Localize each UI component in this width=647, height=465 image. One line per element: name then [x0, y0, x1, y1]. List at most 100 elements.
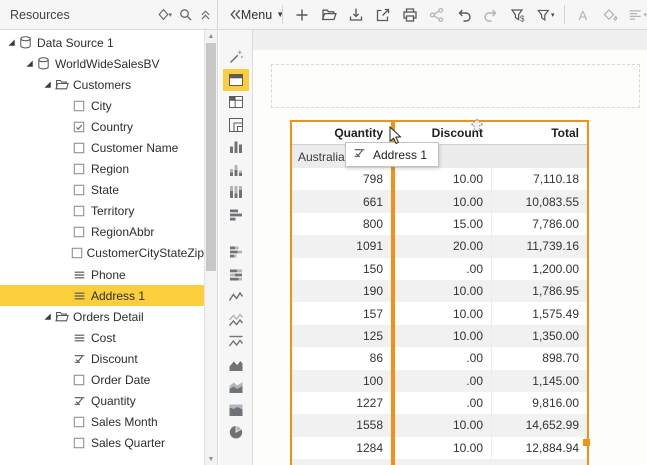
table-cell[interactable]: 10.00 [391, 279, 491, 303]
stacked-line-chart-tool[interactable] [223, 309, 249, 332]
table-cell[interactable]: 14,652.99 [491, 414, 587, 437]
table-row[interactable]: 100.00 1,145.00 [292, 369, 587, 392]
export-button[interactable] [373, 2, 393, 28]
table-cell[interactable]: 125 [292, 325, 391, 347]
table-cell[interactable]: 86 [292, 347, 391, 369]
stacked-area-chart-tool[interactable] [223, 376, 249, 399]
table-cell[interactable]: 1,575.49 [491, 302, 587, 325]
table-cell[interactable]: 1,350.00 [491, 324, 587, 348]
table-row[interactable]: 190 10.00 1,786.95 [292, 279, 587, 303]
table-cell[interactable]: 12,884.94 [491, 436, 587, 460]
scrollbar-thumb[interactable] [206, 43, 216, 271]
tree-item-regionabbr[interactable]: RegionAbbr [0, 222, 204, 243]
table-cell[interactable]: .00 [391, 257, 491, 280]
column-header-quantity[interactable]: Quantity [292, 122, 391, 144]
table-row[interactable]: 661 10.00 10,083.55 [292, 190, 587, 213]
table-cell[interactable]: 7,786.00 [491, 212, 587, 236]
table-cell[interactable]: 1227 [292, 392, 391, 414]
checkbox-icon[interactable] [70, 246, 86, 260]
table-cell[interactable]: 10.00 [391, 302, 491, 325]
report-header-placeholder[interactable] [271, 64, 640, 108]
table-cell[interactable]: .00 [391, 369, 491, 392]
subreport-tool[interactable] [223, 114, 249, 137]
full-stacked-area-chart-tool[interactable] [223, 399, 249, 422]
print-button[interactable] [400, 2, 420, 28]
stacked-bar-chart-tool[interactable] [223, 241, 249, 264]
checkbox-icon[interactable] [72, 141, 91, 155]
full-stacked-bar-chart-tool[interactable] [223, 264, 249, 287]
table-cell[interactable]: 10.00 [391, 190, 491, 213]
menu-button[interactable]: Menu ▼ [241, 2, 284, 28]
table-cell[interactable]: 1,200.00 [491, 257, 587, 280]
checkbox-icon[interactable] [72, 373, 91, 387]
table-resize-handle[interactable] [583, 439, 590, 446]
table-cell[interactable]: 10.00 [391, 324, 491, 348]
table-cell[interactable]: 1,145.00 [491, 369, 587, 392]
full-stacked-line-chart-tool[interactable] [223, 331, 249, 354]
checkbox-icon[interactable] [72, 436, 91, 450]
table-cell[interactable]: 20.00 [391, 235, 491, 258]
table-row[interactable]: 798 10.00 7,110.18 [292, 168, 587, 191]
sort-icon[interactable]: ▾ [156, 7, 172, 22]
pie-chart-tool[interactable] [223, 421, 249, 444]
expander-icon[interactable] [41, 80, 54, 89]
share-button[interactable] [427, 2, 447, 28]
table-cell[interactable]: 661 [292, 190, 391, 212]
tree-item-worldwidesalesbv[interactable]: WorldWideSalesBV [0, 53, 204, 74]
search-icon[interactable] [178, 7, 193, 22]
open-button[interactable] [319, 2, 339, 28]
table-cell[interactable]: 1558 [292, 414, 391, 436]
table-cell[interactable]: 898.70 [491, 347, 587, 370]
table-cell[interactable]: 9,816.00 [491, 391, 587, 415]
tree-item-data-source-1[interactable]: Data Source 1 [0, 32, 204, 53]
expander-icon[interactable] [41, 312, 54, 321]
tree-item-cost[interactable]: Cost [0, 327, 204, 348]
group-header-row[interactable]: Australia [292, 145, 587, 168]
checkbox-icon[interactable] [72, 204, 91, 218]
table-cell[interactable]: 7,110.18 [491, 168, 587, 191]
line-chart-tool[interactable] [223, 286, 249, 309]
scroll-up-arrow-icon[interactable]: ▲ [205, 30, 217, 42]
tree-item-city[interactable]: City [0, 95, 204, 116]
design-canvas[interactable]: Quantity Discount Total Australia 798 10.00 7,… [253, 30, 647, 465]
tree-item-customercitystatezip[interactable]: CustomerCityStateZip [0, 243, 204, 264]
column-header-total[interactable]: Total [491, 122, 587, 144]
table-row[interactable]: 1284 10.00 12,884.94 [292, 436, 587, 460]
checkbox-icon[interactable] [72, 183, 91, 197]
table-cell[interactable]: 798 [292, 168, 391, 190]
checkbox-checked-icon[interactable] [72, 120, 91, 134]
table-row[interactable]: 157 10.00 1,575.49 [292, 302, 587, 325]
table-cell[interactable]: 10.00 [391, 436, 491, 460]
new-button[interactable] [292, 2, 312, 28]
collapse-panel-icon[interactable] [199, 8, 212, 21]
tree-item-quantity[interactable]: Quantity [0, 391, 204, 412]
table-row[interactable]: 150.00 1,200.00 [292, 257, 587, 280]
report-page[interactable]: Quantity Discount Total Australia 798 10.00 7,… [253, 50, 647, 465]
tree-item-sales-quarter[interactable]: Sales Quarter [0, 433, 204, 454]
checkbox-icon[interactable] [72, 99, 91, 113]
table-cell[interactable]: 1284 [292, 437, 391, 459]
table-cell[interactable]: 10.00 [391, 168, 491, 191]
tree-item-discount[interactable]: Discount [0, 348, 204, 369]
table-cell[interactable]: 10.00 [391, 414, 491, 437]
checkbox-icon[interactable] [72, 415, 91, 429]
table-cell[interactable]: 190 [292, 280, 391, 302]
table-cell[interactable]: 11,739.16 [491, 235, 587, 258]
expander-icon[interactable] [23, 59, 36, 68]
tree-item-state[interactable]: State [0, 180, 204, 201]
table-cell[interactable]: 15.00 [391, 212, 491, 236]
table-row[interactable]: 125 10.00 1,350.00 [292, 324, 587, 348]
tree-item-customers[interactable]: Customers [0, 74, 204, 95]
table-cell[interactable]: 1,786.95 [491, 279, 587, 303]
crosstab-tool[interactable] [223, 91, 249, 114]
table-tool[interactable] [222, 68, 249, 91]
tree-item-sales-month[interactable]: Sales Month [0, 412, 204, 433]
report-table[interactable]: Quantity Discount Total Australia 798 10.00 7,… [290, 120, 589, 465]
scroll-down-arrow-icon[interactable]: ▼ [205, 453, 217, 465]
tree-item-region[interactable]: Region [0, 159, 204, 180]
table-row[interactable]: 1091 20.00 11,739.16 [292, 235, 587, 258]
bar-chart-tool[interactable] [223, 204, 249, 227]
column-chart-tool[interactable] [223, 136, 249, 159]
wizard-tool[interactable] [223, 46, 249, 69]
table-cell[interactable]: .00 [391, 347, 491, 370]
